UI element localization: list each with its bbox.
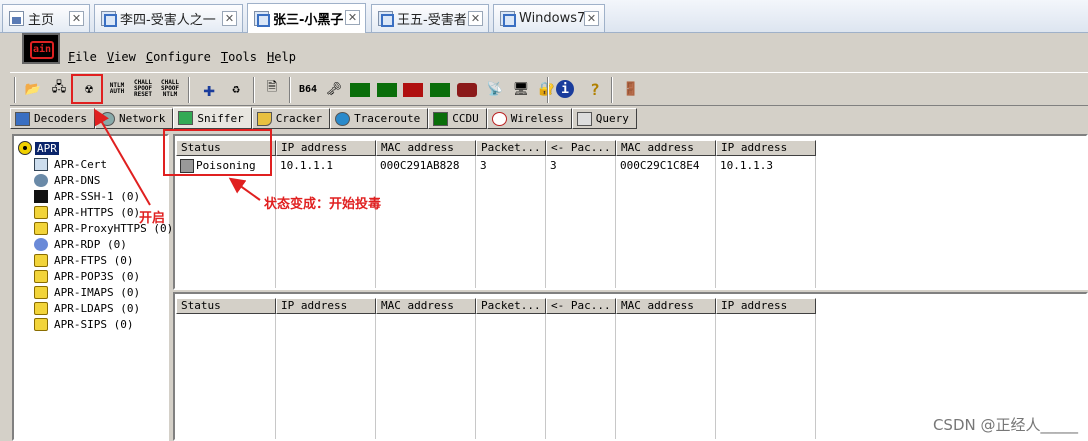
csdn-watermark: CSDN @正经人_____ [932,416,1078,434]
annotation-status-change: 状态变成：开始投毒 [264,197,382,212]
arrow-to-apr-button [93,108,151,206]
annotation-start: 开启 [139,211,166,226]
arrow-to-status-cell [228,177,261,201]
